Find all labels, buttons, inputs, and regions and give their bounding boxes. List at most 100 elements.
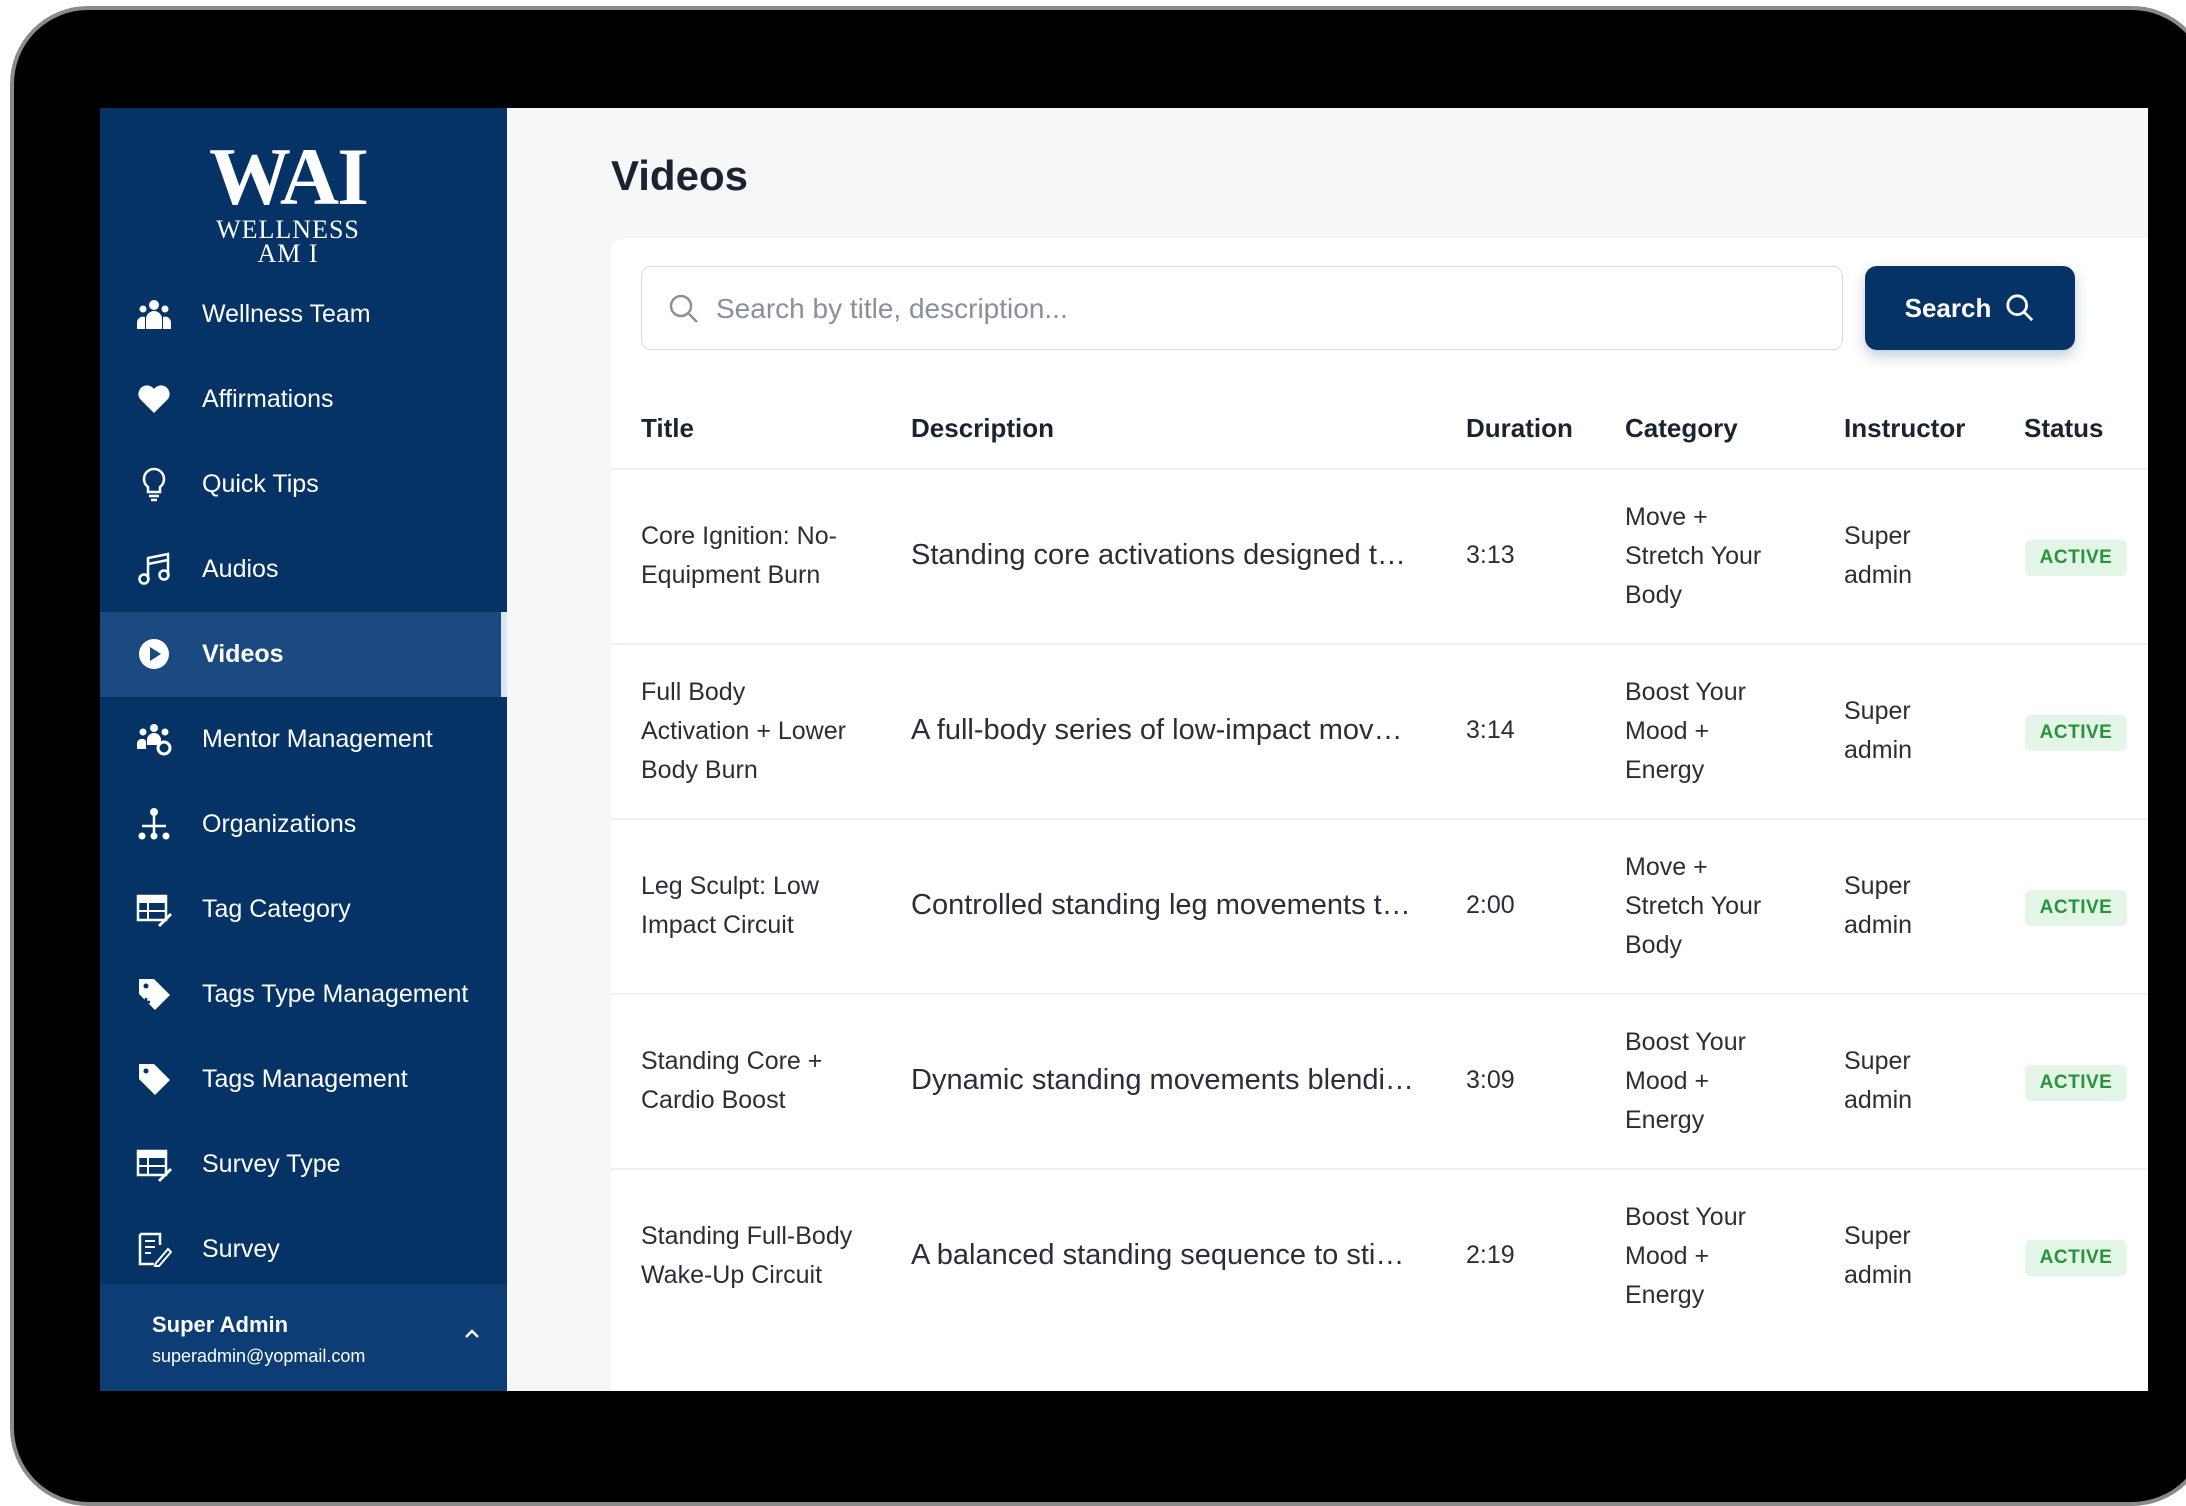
status-badge: ACTIVE bbox=[2025, 540, 2127, 576]
cell-line: Standing Full-Body bbox=[641, 1222, 853, 1250]
app-screen: WAI WELLNESS AM I Wellness Team Affirmat… bbox=[100, 108, 2148, 1391]
cell-line: Wake-Up Circuit bbox=[641, 1261, 823, 1289]
table-row[interactable]: Full Body Activation + Lower Body Burn A fu… bbox=[611, 643, 2148, 817]
search-button-label: Search bbox=[1904, 292, 1992, 323]
cell-line: Body Burn bbox=[641, 755, 758, 784]
cell-instructor: Super admin bbox=[1844, 517, 1994, 595]
cell-line: Equipment Burn bbox=[641, 561, 821, 589]
cell-line: Leg Sculpt: Low bbox=[641, 872, 819, 900]
sidebar-item-tag-category[interactable]: Tag Category bbox=[100, 867, 507, 952]
table-row[interactable]: Core Ignition: No- Equipment Burn Standing… bbox=[611, 468, 2148, 642]
search-box[interactable] bbox=[641, 266, 1843, 351]
cell-description: A balanced standing sequence to sti… bbox=[911, 1239, 1405, 1271]
status-badge: ACTIVE bbox=[2025, 715, 2127, 751]
table-row[interactable]: Standing Full-Body Wake-Up Circuit A balan… bbox=[611, 1168, 2148, 1342]
sidebar-item-label: Audios bbox=[202, 555, 279, 583]
music-note-icon bbox=[138, 552, 170, 585]
tag-icon bbox=[139, 1064, 170, 1095]
sidebar-item-tags-management[interactable]: Tags Management bbox=[100, 1037, 507, 1122]
column-header-instructor[interactable]: Instructor bbox=[1844, 413, 1965, 444]
cell-line: Super bbox=[1844, 1222, 1911, 1250]
cell-category: Boost Your Mood + Energy bbox=[1625, 673, 1825, 790]
cell-line: admin bbox=[1844, 561, 1913, 589]
cell-category: Boost Your Mood + Energy bbox=[1625, 1198, 1825, 1315]
column-header-description[interactable]: Description bbox=[911, 413, 1054, 444]
team-icon bbox=[137, 300, 171, 329]
sidebar-item-survey[interactable]: Survey bbox=[100, 1207, 507, 1292]
cell-title: Standing Full-Body Wake-Up Circuit bbox=[641, 1217, 881, 1295]
sidebar-item-label: Tags Type Management bbox=[202, 980, 469, 1008]
cell-title: Standing Core + Cardio Boost bbox=[641, 1042, 881, 1120]
sidebar-item-label: Survey Type bbox=[202, 1150, 341, 1178]
search-icon bbox=[669, 294, 698, 323]
sidebar-item-audios[interactable]: Audios bbox=[100, 527, 507, 612]
search-icon bbox=[2006, 294, 2034, 322]
cell-line: Move + bbox=[1625, 852, 1708, 881]
cell-line: Boost Your bbox=[1625, 677, 1746, 706]
cell-line: admin bbox=[1844, 1086, 1913, 1114]
status-badge: ACTIVE bbox=[2025, 1065, 2127, 1101]
sidebar-item-label: Mentor Management bbox=[202, 725, 433, 753]
cell-line: Impact Circuit bbox=[641, 911, 794, 939]
sidebar-item-videos[interactable]: Videos bbox=[100, 612, 507, 697]
cell-line: Super bbox=[1844, 697, 1911, 725]
sidebar-item-affirmations[interactable]: Affirmations bbox=[100, 357, 507, 442]
column-header-title[interactable]: Title bbox=[641, 413, 694, 444]
survey-edit-icon bbox=[138, 1232, 172, 1267]
sidebar-item-quick-tips[interactable]: Quick Tips bbox=[100, 442, 507, 527]
sidebar-item-mentor-management[interactable]: Mentor Management bbox=[100, 697, 507, 782]
cell-title: Leg Sculpt: Low Impact Circuit bbox=[641, 867, 881, 945]
cell-line: Cardio Boost bbox=[641, 1086, 786, 1114]
cell-line: Core Ignition: No- bbox=[641, 522, 837, 550]
status-badge: ACTIVE bbox=[2025, 1240, 2127, 1276]
search-button[interactable]: Search bbox=[1865, 266, 2075, 350]
cell-description: Standing core activations designed t… bbox=[911, 539, 1406, 571]
hierarchy-icon bbox=[138, 808, 170, 840]
device-frame: WAI WELLNESS AM I Wellness Team Affirmat… bbox=[10, 6, 2186, 1506]
cell-instructor: Super admin bbox=[1844, 1042, 1994, 1120]
sidebar-item-label: Survey bbox=[202, 1235, 280, 1263]
lightbulb-icon bbox=[142, 467, 166, 502]
cell-duration: 3:09 bbox=[1466, 1066, 1515, 1094]
cell-duration: 3:14 bbox=[1466, 716, 1515, 744]
main-content: Videos Search Title bbox=[507, 108, 2148, 1391]
cell-line: admin bbox=[1844, 911, 1913, 939]
cell-line: Super bbox=[1844, 872, 1911, 900]
cell-line: Stretch Your bbox=[1625, 891, 1762, 920]
cell-title: Core Ignition: No- Equipment Burn bbox=[641, 517, 881, 595]
user-profile-menu[interactable]: Super Admin superadmin@yopmail.com bbox=[100, 1284, 507, 1391]
sidebar-item-label: Organizations bbox=[202, 810, 357, 838]
user-name: Super Admin bbox=[152, 1312, 289, 1337]
cell-line: Activation + Lower bbox=[641, 716, 846, 745]
table-row[interactable]: Standing Core + Cardio Boost Dynamic stand… bbox=[611, 993, 2148, 1167]
sidebar-item-label: Tags Management bbox=[202, 1065, 408, 1093]
column-header-status[interactable]: Status bbox=[2024, 413, 2103, 444]
table-row[interactable]: Leg Sculpt: Low Impact Circuit Controlled … bbox=[611, 818, 2148, 992]
cell-line: Super bbox=[1844, 1047, 1911, 1075]
cell-title: Full Body Activation + Lower Body Burn bbox=[641, 673, 881, 790]
cell-line: Move + bbox=[1625, 502, 1708, 531]
cell-line: Energy bbox=[1625, 1280, 1705, 1309]
play-circle-icon bbox=[139, 639, 169, 669]
sidebar-item-survey-type[interactable]: Survey Type bbox=[100, 1122, 507, 1207]
cell-line: Mood + bbox=[1625, 1241, 1710, 1270]
column-header-duration[interactable]: Duration bbox=[1466, 413, 1573, 444]
cell-duration: 2:00 bbox=[1466, 891, 1515, 919]
cell-category: Move + Stretch Your Body bbox=[1625, 848, 1825, 965]
cell-line: Body bbox=[1625, 930, 1682, 959]
sidebar-item-label: Quick Tips bbox=[202, 470, 319, 498]
column-header-category[interactable]: Category bbox=[1625, 413, 1738, 444]
sidebar-item-organizations[interactable]: Organizations bbox=[100, 782, 507, 867]
cell-line: Full Body bbox=[641, 677, 746, 706]
chevron-up-icon[interactable] bbox=[462, 1324, 482, 1344]
sidebar-item-wellness-team[interactable]: Wellness Team bbox=[100, 272, 507, 357]
search-input[interactable] bbox=[714, 267, 1818, 351]
cell-category: Move + Stretch Your Body bbox=[1625, 498, 1825, 615]
sidebar-item-tags-type-management[interactable]: Tags Type Management bbox=[100, 952, 507, 1037]
cell-line: Standing Core + bbox=[641, 1047, 823, 1075]
page-title: Videos bbox=[611, 152, 748, 199]
cell-line: admin bbox=[1844, 736, 1913, 764]
cell-line: Boost Your bbox=[1625, 1027, 1746, 1056]
cell-duration: 3:13 bbox=[1466, 541, 1515, 569]
wai-logo: WAI WELLNESS AM I bbox=[188, 118, 388, 268]
